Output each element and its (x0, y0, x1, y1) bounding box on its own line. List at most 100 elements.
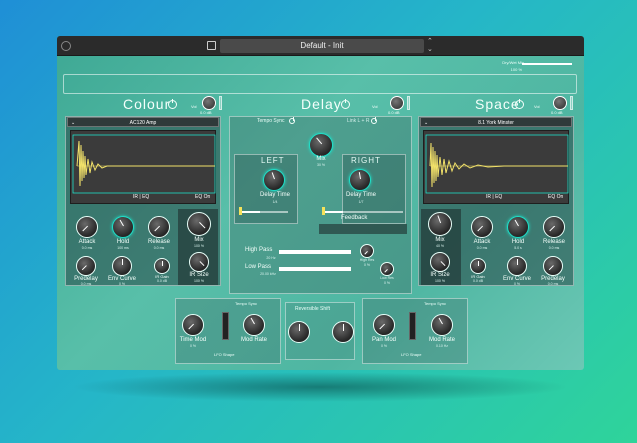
colour-vol-label: Vol (191, 104, 197, 109)
mod-rate-knob[interactable] (431, 314, 453, 336)
time-mod-knob[interactable] (182, 314, 204, 336)
delay-link[interactable]: Link L + R (347, 118, 369, 124)
right-delay-time-knob[interactable] (349, 169, 371, 191)
colour-ir-dropdown[interactable]: ⌄ AC120 Amp (67, 117, 219, 127)
high-res-value: 0 % (363, 263, 371, 267)
colour-release-value: 0.0 ms (153, 246, 165, 250)
space-ir-display: IR | EQ EQ On (423, 130, 569, 204)
space-predelay-knob[interactable] (543, 256, 563, 276)
high-res-knob[interactable] (360, 244, 374, 258)
colour-ir-display: IR | EQ EQ On (70, 130, 216, 204)
right-delay-time-value: 1/7 (358, 200, 364, 204)
drywet-slider[interactable] (522, 63, 572, 65)
delay-title: Delay (301, 96, 342, 112)
save-icon[interactable] (207, 41, 216, 50)
colour-vol-knob[interactable] (202, 96, 216, 110)
drywet-fill (522, 63, 572, 65)
space-mix-knob[interactable] (428, 212, 452, 236)
titlebar: Default - Init ⌃ ⌄ (57, 36, 584, 56)
space-attack-knob[interactable] (471, 216, 493, 238)
lfo-right-shape-label: LFO Shape (401, 352, 422, 357)
drywet-label: Dry/Wet Mix (502, 60, 524, 65)
colour-hold-knob[interactable] (112, 216, 134, 238)
right-feedback-fill (323, 211, 343, 213)
space-eq-status[interactable]: EQ On (548, 194, 563, 200)
colour-release-label: Release (147, 239, 170, 245)
colour-mix-knob[interactable] (187, 212, 211, 236)
plugin-window: Default - Init ⌃ ⌄ Dry/Wet Mix 100 % Colo… (57, 36, 584, 370)
colour-ir-gain-knob[interactable] (154, 258, 170, 274)
space-hold-knob[interactable] (507, 216, 529, 238)
bypass-power-icon[interactable] (61, 41, 71, 51)
colour-ir-eq-tabs[interactable]: IR | EQ (133, 194, 149, 200)
feedback-label: Feedback (341, 215, 368, 221)
space-ir-eq-tabs[interactable]: IR | EQ (486, 194, 502, 200)
lfo-right-tempo-sync[interactable]: Tempo Sync (424, 301, 446, 306)
colour-hold-value: 100 ms (117, 246, 129, 250)
colour-eq-status[interactable]: EQ On (195, 194, 210, 200)
colour-ir-size-knob[interactable] (189, 252, 209, 272)
preset-selector[interactable]: Default - Init (220, 39, 424, 53)
top-frame (63, 74, 577, 94)
space-env-curve-knob[interactable] (507, 256, 527, 276)
link-power-icon[interactable] (371, 117, 377, 124)
delay-tempo-sync[interactable]: Tempo Sync (257, 118, 285, 124)
feedback-dark-strip (319, 224, 407, 234)
high-pass-value: 20 Hz (266, 256, 276, 260)
lfo-left-rate-label: Mod Rate (240, 337, 267, 343)
colour-predelay-value: 0.0 ms (80, 282, 92, 286)
low-pass-bar[interactable] (279, 267, 351, 271)
colour-mix-value: 100 % (194, 244, 204, 248)
time-mod-value: 0 % (189, 344, 197, 348)
high-pass-bar[interactable] (279, 250, 351, 254)
lfo-left-tempo-sync[interactable]: Tempo Sync (235, 301, 257, 306)
pan-mod-knob[interactable] (373, 314, 395, 336)
left-feedback-handle[interactable] (239, 207, 242, 215)
lfo-left-rate-knob[interactable] (243, 314, 265, 336)
high-res-label: High Res (359, 258, 375, 262)
colour-attack-knob[interactable] (76, 216, 98, 238)
delay-vol-label: Vol (372, 104, 378, 109)
colour-ir-gain-value: 0.0 dB (156, 279, 168, 283)
space-power-icon[interactable] (515, 99, 524, 109)
space-release-knob[interactable] (543, 216, 565, 238)
space-ir-dropdown[interactable]: ⌄ 8.1 York Minster (420, 117, 572, 127)
space-ir-name: 8.1 York Minster (478, 120, 514, 126)
time-mod-label: Time Mod (179, 337, 207, 343)
shift-knob-left[interactable] (288, 321, 310, 343)
shift-knob-right[interactable] (332, 321, 354, 343)
colour-release-knob[interactable] (148, 216, 170, 238)
space-vol-knob[interactable] (553, 96, 567, 110)
pan-mod-label: Pan Mod (371, 337, 396, 343)
lfo-right-shape-selector[interactable] (409, 312, 416, 340)
space-hold-value: 5.0 s (514, 246, 522, 250)
right-feedback-handle[interactable] (322, 207, 325, 215)
delay-vol-knob[interactable] (390, 96, 404, 110)
space-ir-gain-knob[interactable] (470, 258, 486, 274)
colour-predelay-knob[interactable] (76, 256, 96, 276)
space-attack-label: Attack (473, 239, 491, 245)
space-env-curve-value: 0 % (513, 282, 521, 286)
space-mix-label: Mix (435, 237, 445, 243)
space-meter (570, 96, 573, 110)
space-release-value: 0.0 ms (548, 246, 560, 250)
lfo-left-shape-selector[interactable] (222, 312, 229, 340)
left-delay-time-knob[interactable] (263, 169, 285, 191)
space-ir-size-knob[interactable] (430, 252, 450, 272)
delay-right-label: RIGHT (351, 156, 381, 165)
space-predelay-value: 0.0 ms (547, 282, 559, 286)
preset-arrows-icon[interactable]: ⌃ ⌄ (427, 38, 433, 54)
delay-mix-knob[interactable] (309, 133, 333, 157)
colour-env-curve-knob[interactable] (112, 256, 132, 276)
delay-power-icon[interactable] (341, 99, 350, 109)
colour-attack-label: Attack (78, 239, 96, 245)
space-title: Space (475, 96, 520, 112)
colour-power-icon[interactable] (168, 99, 177, 109)
colour-meter (219, 96, 222, 110)
tempo-sync-power-icon[interactable] (289, 117, 295, 124)
space-mix-value: 40 % (436, 244, 444, 248)
low-pass-value: 20.00 kHz (260, 272, 276, 276)
colour-env-curve-value: 0 % (118, 282, 126, 286)
low-res-knob[interactable] (380, 262, 394, 276)
delay-left-label: LEFT (261, 156, 285, 165)
